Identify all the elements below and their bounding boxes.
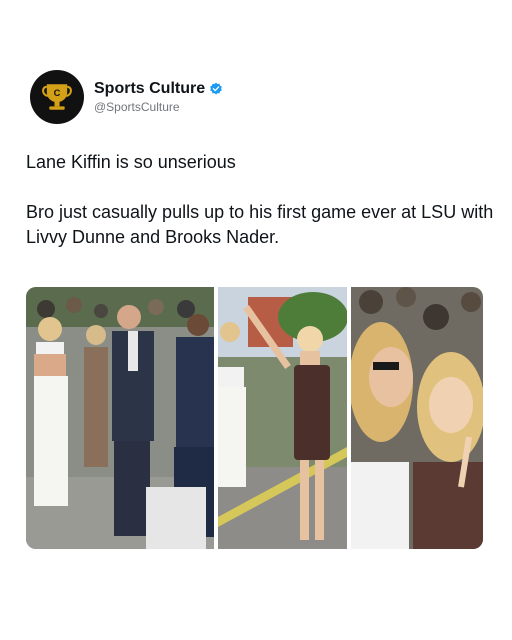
- trophy-logo-icon: C: [42, 84, 72, 110]
- verified-badge-icon: [210, 82, 222, 95]
- svg-text:C: C: [54, 88, 61, 98]
- display-name[interactable]: Sports Culture: [94, 80, 205, 98]
- selfie-photo[interactable]: [351, 287, 483, 549]
- media-grid: [26, 287, 483, 549]
- dancing-photo[interactable]: [218, 287, 347, 549]
- user-handle[interactable]: @SportsCulture: [94, 100, 223, 114]
- tweet-header: C Sports Culture @SportsCulture: [30, 70, 223, 124]
- tweet-body: Lane Kiffin is so unserious Bro just cas…: [26, 150, 496, 275]
- avatar[interactable]: C: [30, 70, 84, 124]
- crowd-walk-photo[interactable]: [26, 287, 214, 549]
- user-info: Sports Culture @SportsCulture: [94, 80, 223, 114]
- tweet-line-2: Bro just casually pulls up to his first …: [26, 202, 494, 247]
- tweet-line-1: Lane Kiffin is so unserious: [26, 152, 236, 172]
